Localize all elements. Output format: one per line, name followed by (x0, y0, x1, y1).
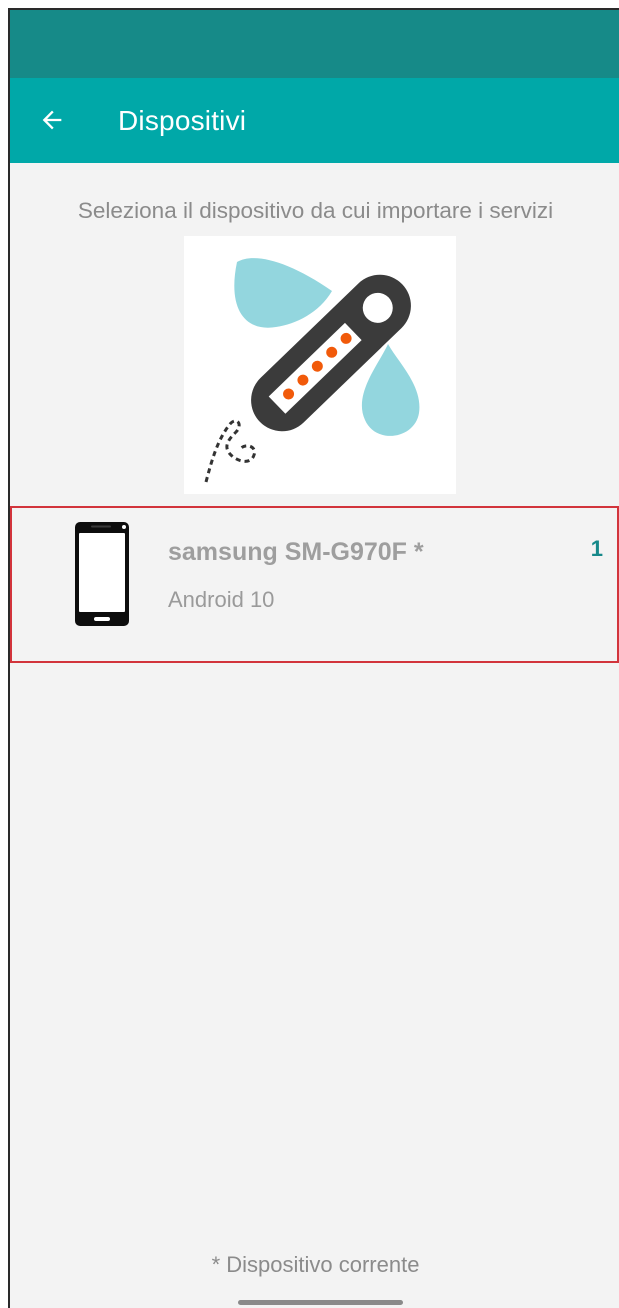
back-button[interactable] (32, 100, 72, 140)
current-device-note: * Dispositivo corrente (211, 1252, 420, 1277)
service-count-badge: 1 (590, 536, 603, 561)
page-title: Dispositivi (118, 105, 247, 136)
screen: Dispositivi Seleziona il dispositivo da … (8, 8, 619, 1308)
app-bar: Dispositivi (10, 78, 619, 163)
arrow-left-icon (42, 110, 62, 130)
instruction-text: Seleziona il dispositivo da cui importar… (77, 198, 554, 223)
home-indicator[interactable] (238, 1300, 403, 1305)
status-bar (10, 10, 619, 78)
device-name: samsung SM-G970F * (168, 538, 424, 566)
device-os-version: Android 10 (168, 587, 275, 612)
smartphone-icon (75, 522, 129, 626)
device-list-item[interactable]: samsung SM-G970F * Android 10 1 (10, 506, 619, 663)
usb-key-import-illustration (184, 236, 456, 494)
